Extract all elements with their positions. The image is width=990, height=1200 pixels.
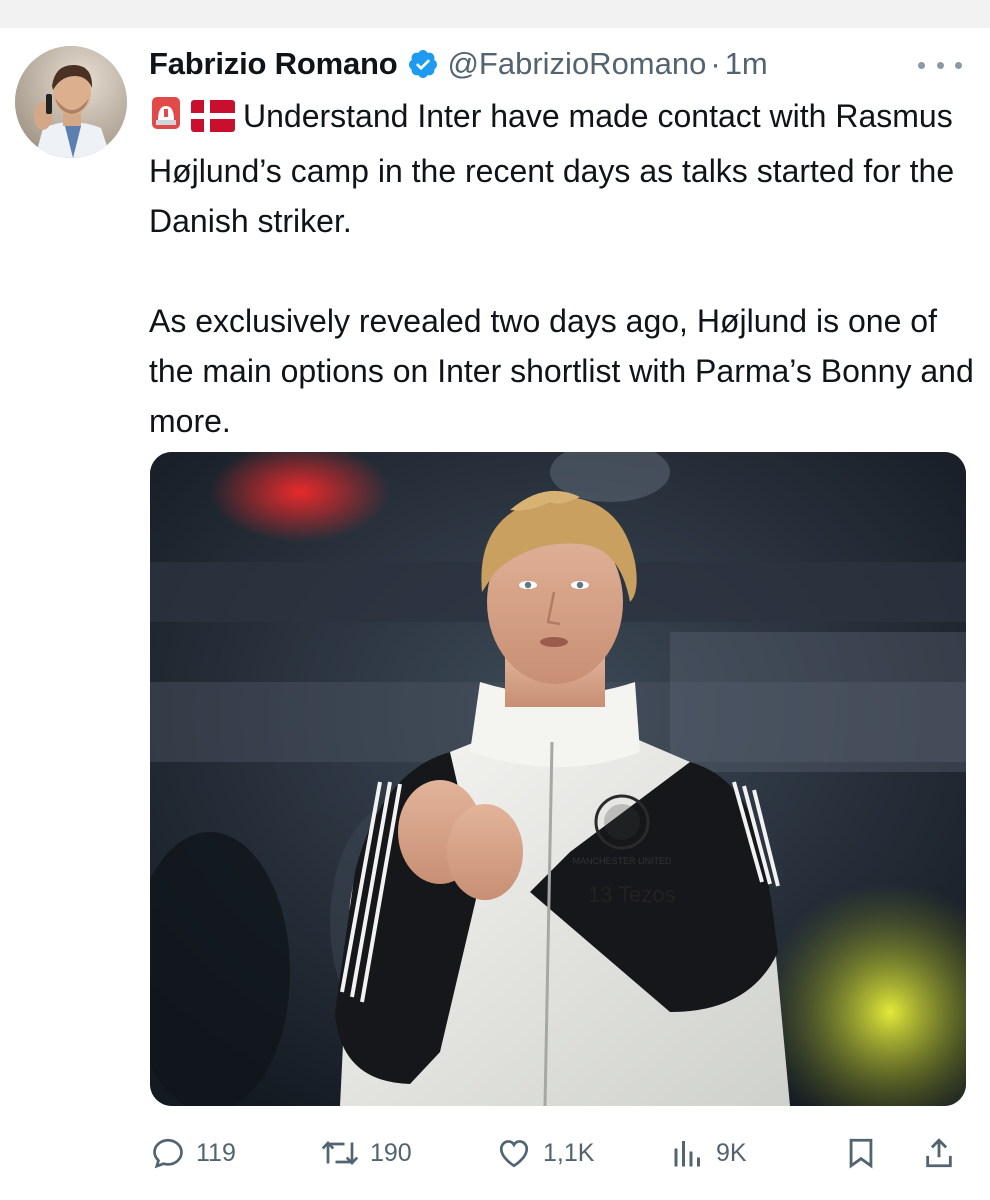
retweet-icon (321, 1140, 359, 1166)
paragraph-1-text: Understand Inter have made contact with … (149, 98, 955, 239)
tweet-card[interactable]: Fabrizio Romano @FabrizioRomano · 1m Und… (0, 28, 990, 1200)
denmark-flag-icon (191, 96, 235, 146)
analytics-icon (674, 1141, 700, 1167)
profile-photo (15, 46, 127, 158)
verified-badge-icon (407, 48, 439, 80)
tweet-photo[interactable]: MANCHESTER UNITED 13 Tezos (150, 452, 966, 1106)
views-count: 9K (716, 1138, 747, 1167)
bookmark-icon (849, 1138, 873, 1169)
more-options-icon[interactable] (918, 50, 962, 80)
author-handle[interactable]: @FabrizioRomano (447, 42, 706, 86)
display-name[interactable]: Fabrizio Romano (149, 42, 398, 86)
timestamp[interactable]: 1m (725, 42, 768, 86)
sponsor-text: 13 Tezos (588, 882, 676, 907)
retweet-button[interactable]: 190 (320, 1128, 412, 1178)
tweet-paragraph-2: As exclusively revealed two days ago, Hø… (149, 303, 974, 439)
reply-icon (153, 1138, 183, 1169)
rotating-light-icon (149, 96, 183, 146)
reply-count: 119 (196, 1138, 236, 1167)
like-button[interactable]: 1,1K (495, 1128, 594, 1178)
reply-button[interactable]: 119 (150, 1128, 236, 1178)
bookmark-button[interactable] (844, 1128, 888, 1178)
like-count: 1,1K (543, 1138, 595, 1167)
status-strip (0, 0, 990, 28)
heart-icon (499, 1140, 529, 1168)
share-icon (926, 1138, 952, 1168)
retweet-count: 190 (370, 1138, 412, 1167)
separator-dot: · (710, 46, 721, 81)
tweet-header: Fabrizio Romano @FabrizioRomano · 1m (149, 42, 768, 86)
tweet-actions: 119 190 1,1K 9K (150, 1128, 965, 1178)
share-button[interactable] (922, 1128, 966, 1178)
author-avatar[interactable] (15, 46, 127, 158)
tweet-text: Understand Inter have made contact with … (149, 91, 974, 446)
club-crest-text: MANCHESTER UNITED (572, 856, 672, 866)
views-button[interactable]: 9K (670, 1128, 747, 1178)
tweet-paragraph-1: Understand Inter have made contact with … (149, 91, 974, 246)
